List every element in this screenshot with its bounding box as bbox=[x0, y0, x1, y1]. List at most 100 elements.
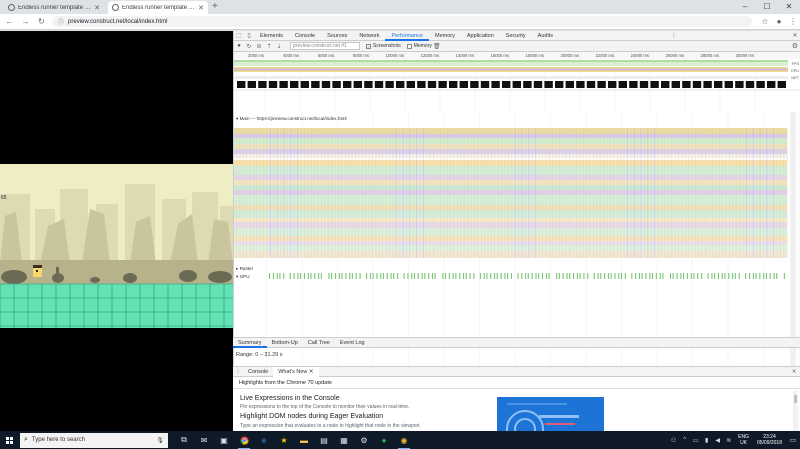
settings-icon[interactable]: ⚙ bbox=[354, 431, 374, 449]
trash-icon[interactable]: 🗑 bbox=[432, 43, 442, 50]
window-controls: – ☐ ✕ bbox=[734, 0, 800, 14]
menu-dots-icon[interactable]: ⋮ bbox=[786, 17, 800, 26]
details-tab-event-log[interactable]: Event Log bbox=[335, 338, 370, 348]
people-icon[interactable]: ⚇ bbox=[668, 437, 679, 444]
profile-icon[interactable]: ● bbox=[772, 17, 786, 26]
close-tab-icon[interactable]: ✕ bbox=[309, 369, 314, 375]
mail-icon[interactable]: ✉ bbox=[194, 431, 214, 449]
flame-row bbox=[234, 236, 787, 241]
checkbox-checked-icon[interactable]: ✓ bbox=[366, 43, 371, 49]
notifications-icon[interactable]: ▭ bbox=[786, 436, 800, 444]
browser-tab-1[interactable]: Endless runner template - Constr ✕ bbox=[4, 1, 104, 14]
scroll-thumb[interactable] bbox=[794, 395, 797, 403]
overview-tick-label: 20000 ms bbox=[561, 53, 579, 58]
flame-row bbox=[234, 175, 787, 180]
devtools-tab-performance[interactable]: Performance bbox=[385, 31, 429, 41]
performance-overview[interactable]: 2000 ms 4000 ms 6000 ms 8000 ms 10000 ms 1200… bbox=[234, 52, 800, 112]
drawer-menu-icon[interactable]: ⋮ bbox=[233, 369, 243, 375]
profile-select[interactable]: preview.construct.net #1 bbox=[290, 42, 360, 50]
gpu-track-label: ▾ GPU bbox=[236, 274, 250, 279]
back-arrow-icon[interactable]: ← bbox=[3, 15, 16, 28]
settings-gear-icon[interactable]: ⚙ bbox=[789, 42, 800, 50]
windows-start-icon[interactable] bbox=[0, 431, 18, 449]
minimize-button[interactable]: – bbox=[734, 0, 756, 14]
record-icon[interactable]: ● bbox=[234, 43, 244, 49]
screenshot-thumb bbox=[586, 81, 596, 88]
devtools-tab-security[interactable]: Security bbox=[500, 31, 532, 41]
devtools-tab-elements[interactable]: Elements bbox=[254, 31, 289, 41]
chrome-icon[interactable] bbox=[234, 431, 254, 449]
info-icon[interactable]: ⓘ bbox=[58, 17, 64, 26]
bookmark-star-icon[interactable]: ☆ bbox=[758, 17, 772, 26]
chevron-up-icon[interactable]: ^ bbox=[679, 437, 690, 443]
devtools-tab-sources[interactable]: Sources bbox=[321, 31, 353, 41]
store-icon[interactable]: ▣ bbox=[214, 431, 234, 449]
taskbar-search[interactable]: ⌕ Type here to search 🎙 bbox=[20, 432, 168, 448]
spotify-icon[interactable]: ● bbox=[374, 431, 394, 449]
screenshot-thumb bbox=[512, 81, 521, 88]
browser-toolbar: ← → ↻ ⓘ preview.construct.net/local/inde… bbox=[0, 14, 800, 30]
whats-new-desc-1: Pin expressions to the top of the Consol… bbox=[240, 404, 410, 410]
volume-icon[interactable]: ◀ bbox=[712, 437, 723, 444]
drawer-tab-whats-new[interactable]: What's New ✕ bbox=[273, 366, 319, 377]
reload-profile-icon[interactable]: ↻ bbox=[244, 43, 254, 50]
forward-arrow-icon[interactable]: → bbox=[19, 15, 32, 28]
edge-icon[interactable]: e bbox=[254, 431, 274, 449]
network-icon[interactable]: ▭ bbox=[690, 437, 701, 444]
checkbox-unchecked-icon[interactable] bbox=[406, 43, 412, 49]
devtools-tab-memory[interactable]: Memory bbox=[429, 31, 461, 41]
microphone-icon[interactable]: 🎙 bbox=[156, 437, 164, 444]
address-bar[interactable]: ⓘ preview.construct.net/local/index.html bbox=[52, 16, 752, 27]
close-window-button[interactable]: ✕ bbox=[778, 0, 800, 14]
screenshot-thumb bbox=[544, 81, 553, 88]
clock[interactable]: 23:24 05/09/2018 bbox=[757, 434, 782, 446]
clear-icon[interactable]: ⊘ bbox=[254, 43, 264, 50]
flame-row bbox=[234, 195, 787, 205]
photos-icon[interactable]: ▤ bbox=[314, 431, 334, 449]
devtools-tab-audits[interactable]: Audits bbox=[532, 31, 559, 41]
screenshot-thumb bbox=[385, 81, 394, 88]
calculator-icon[interactable]: ▦ bbox=[334, 431, 354, 449]
task-view-icon[interactable]: ⧉ bbox=[174, 431, 194, 449]
performance-timeline[interactable]: 2000 ms4000 ms6000 ms8000 ms10000 ms1200… bbox=[234, 112, 800, 368]
whats-new-title-2[interactable]: Highlight DOM nodes during Eager Evaluat… bbox=[240, 413, 383, 420]
screenshot-thumb bbox=[756, 81, 765, 88]
whats-new-title-1[interactable]: Live Expressions in the Console bbox=[240, 395, 340, 402]
inspect-element-icon[interactable]: ⬚ bbox=[234, 32, 244, 39]
wifi-icon[interactable]: ≋ bbox=[723, 437, 734, 444]
details-tab-bottom-up[interactable]: Bottom-Up bbox=[267, 338, 303, 348]
close-tab-icon[interactable]: ✕ bbox=[94, 4, 100, 12]
folder-icon[interactable]: ▬ bbox=[294, 431, 314, 449]
upload-icon[interactable]: ⇡ bbox=[264, 43, 274, 50]
drawer-close-icon[interactable]: ✕ bbox=[788, 369, 800, 375]
drawer-tab-console[interactable]: Console bbox=[243, 367, 273, 377]
star-icon[interactable]: ★ bbox=[274, 431, 294, 449]
close-tab-icon[interactable]: ✕ bbox=[198, 4, 204, 12]
device-toggle-icon[interactable]: ▯ bbox=[244, 32, 254, 39]
language-indicator[interactable]: ENG UK bbox=[738, 434, 749, 446]
game-canvas[interactable] bbox=[0, 164, 233, 328]
devtools-tab-application[interactable]: Application bbox=[461, 31, 500, 41]
maximize-button[interactable]: ☐ bbox=[756, 0, 778, 14]
devtools-tab-console[interactable]: Console bbox=[289, 31, 321, 41]
drawer-scrollbar[interactable] bbox=[793, 391, 798, 435]
download-icon[interactable]: ⇣ bbox=[274, 43, 284, 50]
search-placeholder: Type here to search bbox=[31, 437, 85, 443]
devtools-close-icon[interactable]: ✕ bbox=[789, 32, 800, 39]
reload-icon[interactable]: ↻ bbox=[35, 15, 48, 28]
cpu-band-purple bbox=[234, 68, 788, 71]
battery-icon[interactable]: ▮ bbox=[701, 437, 712, 444]
memory-checkbox[interactable]: Memory bbox=[406, 43, 432, 49]
flame-row bbox=[234, 149, 787, 154]
details-tab-summary[interactable]: Summary bbox=[233, 338, 267, 348]
game-viewport[interactable]: 65 bbox=[0, 31, 233, 434]
devtools-tab-network[interactable]: Network bbox=[353, 31, 385, 41]
browser-tab-2[interactable]: Endless runner template (C3 run ✕ bbox=[108, 1, 208, 14]
details-tab-call-tree[interactable]: Call Tree bbox=[303, 338, 335, 348]
screenshots-checkbox[interactable]: ✓ Screenshots bbox=[366, 43, 401, 49]
construct-icon[interactable]: ◉ bbox=[394, 431, 414, 449]
new-tab-button[interactable]: + bbox=[212, 1, 218, 14]
screenshot-thumb bbox=[438, 81, 447, 88]
flame-row bbox=[234, 144, 787, 149]
devtools-menu-icon[interactable]: ⋮ bbox=[668, 32, 680, 39]
